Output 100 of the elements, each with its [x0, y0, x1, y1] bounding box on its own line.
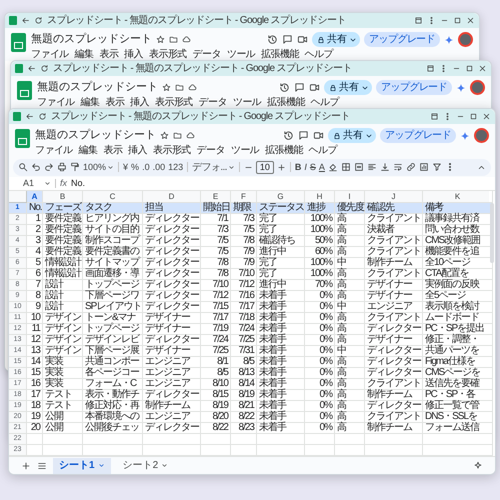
- upgrade-button[interactable]: アップグレード: [380, 128, 456, 143]
- sheets-logo-icon[interactable]: [17, 81, 32, 100]
- zoom-dropdown[interactable]: 100%: [83, 162, 114, 172]
- extension-icon[interactable]: [414, 16, 423, 25]
- explore-icon[interactable]: [473, 460, 483, 470]
- history-icon[interactable]: [279, 82, 290, 93]
- redo-icon[interactable]: [44, 162, 54, 172]
- menu-item[interactable]: 表示形式: [149, 48, 187, 60]
- search-icon[interactable]: [18, 162, 28, 172]
- menu-item[interactable]: 拡張機能: [261, 48, 299, 60]
- borders-icon[interactable]: [340, 162, 351, 172]
- name-box[interactable]: A1: [15, 178, 51, 189]
- align-icon[interactable]: [366, 162, 377, 172]
- menu-item[interactable]: ファイル: [37, 96, 75, 108]
- star-icon[interactable]: [156, 35, 165, 44]
- menu-item[interactable]: 編集: [80, 96, 100, 108]
- comment-icon[interactable]: [294, 82, 306, 93]
- number-format-button[interactable]: 123: [168, 162, 184, 172]
- add-sheet-icon[interactable]: [21, 460, 31, 470]
- menu-item[interactable]: 編集: [74, 48, 94, 60]
- lock-icon[interactable]: [317, 36, 326, 44]
- history-icon[interactable]: [283, 130, 294, 141]
- video-icon[interactable]: [297, 34, 308, 45]
- extension-icon[interactable]: [426, 64, 435, 73]
- avatar[interactable]: [474, 128, 489, 143]
- star-icon[interactable]: [160, 131, 169, 140]
- text-color-button[interactable]: A: [318, 162, 325, 172]
- folder-icon[interactable]: [169, 35, 178, 44]
- caret-icon[interactable]: [161, 462, 168, 469]
- back-icon[interactable]: [21, 16, 30, 25]
- menu-item[interactable]: ヘルプ: [310, 96, 339, 108]
- text-wrap-icon[interactable]: [392, 162, 403, 172]
- decrease-decimal-button[interactable]: .0: [142, 162, 150, 172]
- share-button[interactable]: 共有: [324, 80, 372, 95]
- menu-item[interactable]: ヘルプ: [308, 144, 337, 156]
- menu-item[interactable]: 表示: [99, 48, 118, 60]
- menu-item[interactable]: 挿入: [124, 48, 144, 60]
- cloud-icon[interactable]: [186, 131, 195, 140]
- menu-item[interactable]: データ: [196, 144, 225, 156]
- percent-button[interactable]: %: [131, 162, 140, 172]
- sheet-tab[interactable]: シート1: [53, 458, 111, 474]
- video-icon[interactable]: [313, 130, 324, 141]
- menu-item[interactable]: 表示: [105, 96, 124, 108]
- close-icon[interactable]: [478, 64, 487, 73]
- italic-button[interactable]: I: [304, 162, 307, 172]
- reload-icon[interactable]: [34, 16, 43, 25]
- menu-item[interactable]: ヘルプ: [304, 48, 333, 60]
- extension-icon[interactable]: [430, 112, 439, 121]
- menu-item[interactable]: ファイル: [35, 144, 73, 156]
- share-button[interactable]: 共有: [328, 128, 376, 143]
- bold-button[interactable]: B: [294, 162, 302, 172]
- column-header[interactable]: A: [27, 191, 43, 203]
- menu-item[interactable]: 挿入: [128, 144, 148, 156]
- back-icon[interactable]: [27, 64, 36, 73]
- print-icon[interactable]: [57, 162, 67, 172]
- menu-item[interactable]: ファイル: [31, 48, 69, 60]
- avatar[interactable]: [458, 32, 473, 47]
- folder-icon[interactable]: [175, 83, 184, 92]
- maximize-icon[interactable]: [465, 64, 474, 73]
- menu-item[interactable]: 編集: [78, 144, 98, 156]
- maximize-icon[interactable]: [453, 16, 462, 25]
- sheet-tab[interactable]: シート2: [116, 458, 174, 474]
- history-icon[interactable]: [267, 34, 278, 45]
- menu-item[interactable]: 表示形式: [155, 96, 193, 108]
- menu-item[interactable]: データ: [198, 96, 227, 108]
- strikethrough-button[interactable]: S: [310, 162, 316, 172]
- link-icon[interactable]: [406, 162, 416, 172]
- lock-icon[interactable]: [333, 132, 342, 140]
- caret-icon[interactable]: [107, 164, 114, 170]
- reload-icon[interactable]: [40, 64, 49, 73]
- vertical-align-icon[interactable]: [380, 162, 390, 172]
- folder-icon[interactable]: [173, 131, 182, 140]
- sheets-logo-icon[interactable]: [15, 129, 30, 148]
- document-title[interactable]: 無題のスプレッドシート: [37, 81, 158, 94]
- undo-icon[interactable]: [31, 162, 41, 172]
- all-sheets-icon[interactable]: [37, 460, 47, 470]
- formula-input[interactable]: No.: [71, 178, 86, 189]
- star-icon[interactable]: [162, 83, 171, 92]
- document-title[interactable]: 無題のスプレッドシート: [35, 129, 156, 142]
- comment-icon[interactable]: [298, 130, 310, 141]
- caret-icon[interactable]: [228, 164, 235, 170]
- menu-item[interactable]: ツール: [226, 48, 256, 60]
- paint-format-icon[interactable]: [70, 162, 80, 172]
- close-icon[interactable]: [466, 16, 475, 25]
- document-title[interactable]: 無題のスプレッドシート: [31, 33, 152, 46]
- menu-item[interactable]: 拡張機能: [267, 96, 305, 108]
- merge-cells-icon[interactable]: [354, 162, 364, 172]
- video-icon[interactable]: [309, 82, 320, 93]
- sparkle-icon[interactable]: [444, 34, 454, 44]
- caret-icon[interactable]: [44, 180, 51, 187]
- back-icon[interactable]: [25, 112, 34, 121]
- sheets-logo-icon[interactable]: [11, 33, 26, 52]
- close-icon[interactable]: [482, 112, 491, 121]
- avatar[interactable]: [470, 80, 485, 95]
- sparkle-icon[interactable]: [460, 130, 470, 140]
- share-button[interactable]: 共有: [312, 32, 360, 47]
- upgrade-button[interactable]: アップグレード: [364, 32, 440, 47]
- currency-button[interactable]: ¥: [123, 162, 128, 172]
- filter-icon[interactable]: [432, 162, 442, 172]
- cloud-icon[interactable]: [188, 83, 197, 92]
